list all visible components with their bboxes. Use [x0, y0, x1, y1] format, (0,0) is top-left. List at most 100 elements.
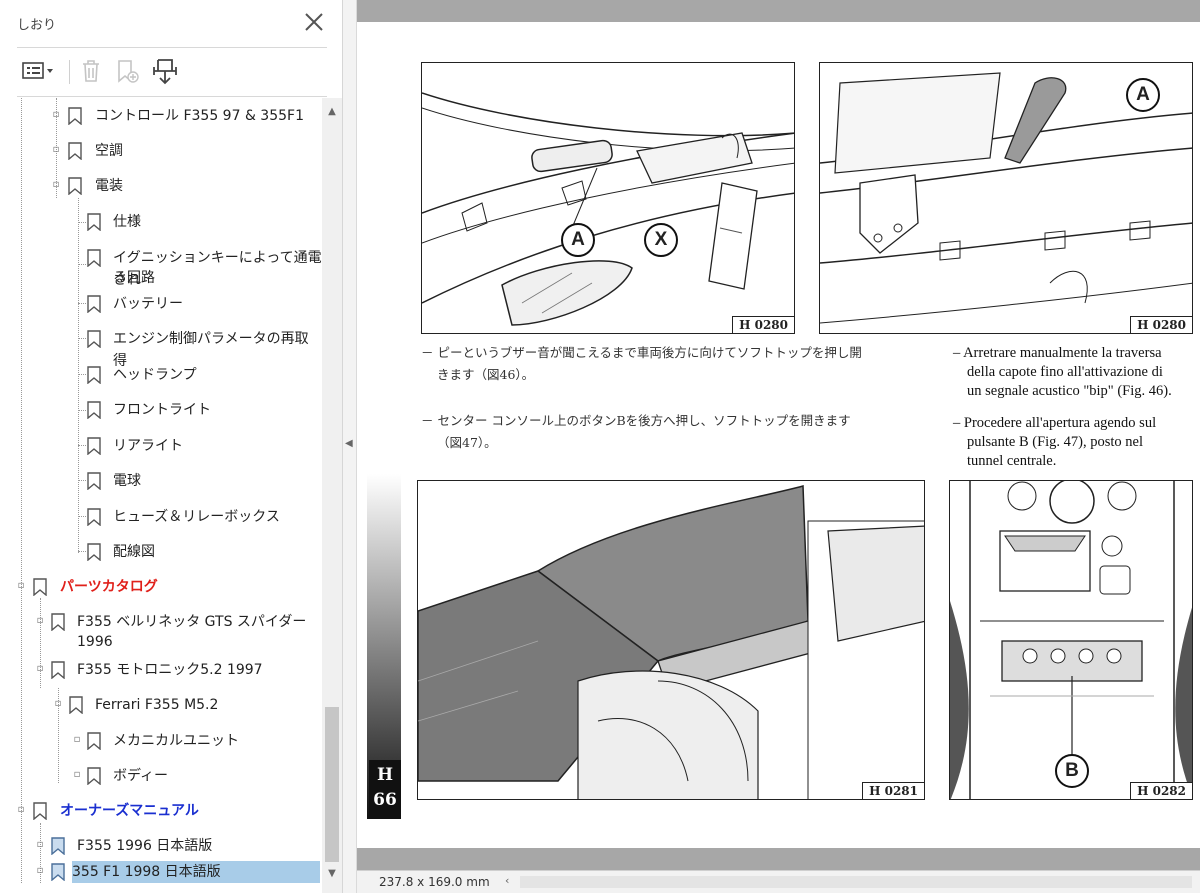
bookmark-item[interactable]: ▫ ボディー: [0, 764, 322, 788]
bookmark-label: ヒューズ＆リレーボックス: [113, 509, 280, 525]
scroll-down-button[interactable]: ▼: [322, 868, 342, 884]
bookmark-icon: [51, 661, 65, 679]
bookmark-label: 電装: [95, 178, 123, 194]
bookmark-item[interactable]: ▫ オーナーズマニュアル: [0, 799, 322, 823]
callout-a: A: [1126, 78, 1160, 112]
section-letter: H: [376, 765, 394, 785]
delete-bookmark-button[interactable]: [76, 56, 106, 86]
scroll-up-button[interactable]: ▲: [322, 106, 342, 122]
figure-console-button: B H 0282: [949, 480, 1193, 800]
close-icon: [305, 13, 323, 31]
horizontal-scrollbar[interactable]: [520, 876, 1192, 888]
bookmark-label: フロントライト: [113, 402, 211, 418]
bookmark-label: リアライト: [113, 438, 183, 454]
bookmark-icon: [68, 107, 82, 125]
collapse-icon[interactable]: ▫: [51, 179, 61, 190]
bookmark-label: バッテリー: [113, 296, 183, 312]
bookmark-item[interactable]: 仕様: [0, 210, 322, 234]
jp-instruction-1-cont: きます（図46）。: [437, 367, 535, 382]
close-pane-button[interactable]: [300, 8, 328, 36]
bookmark-icon: [87, 508, 101, 526]
collapse-pane-arrow-icon[interactable]: ◀: [345, 438, 353, 449]
viewer-background: [357, 848, 1200, 870]
it-instruction-2-line2: pulsante B (Fig. 47), posto nel: [967, 434, 1144, 450]
bookmark-item[interactable]: ▫ F355 モトロニック5.2 1997: [0, 658, 322, 682]
bookmark-tree: ▫ コントロール F355 97 & 355F1 ▫ 空調 ▫ 電装 仕様 イグ…: [0, 98, 322, 893]
bookmark-label-continued: る回路: [113, 270, 155, 286]
bookmark-item[interactable]: フロントライト: [0, 398, 322, 422]
bookmark-item[interactable]: バッテリー: [0, 292, 322, 316]
bookmark-label: 355 F1 1998 日本語版: [72, 861, 320, 883]
expand-icon[interactable]: ▫: [72, 734, 82, 745]
bookmark-label: F355 ベルリネッタ GTS スパイダー: [77, 614, 307, 630]
find-bookmark-button[interactable]: [150, 56, 180, 86]
figure-code: H 0280: [1130, 316, 1192, 333]
bookmark-label: 配線図: [113, 544, 155, 560]
new-bookmark-button[interactable]: [112, 56, 142, 86]
bookmark-item[interactable]: ヒューズ＆リレーボックス: [0, 505, 322, 529]
bookmark-label: オーナーズマニュアル: [60, 803, 199, 819]
expand-icon[interactable]: ▫: [35, 615, 45, 626]
bookmark-item[interactable]: ▫ メカニカルユニット: [0, 729, 322, 753]
console-button-drawing: [950, 481, 1192, 799]
bookmark-icon: [87, 366, 101, 384]
bookmark-item[interactable]: 電球: [0, 469, 322, 493]
toolbar-divider: [69, 60, 70, 84]
chevron-up-icon: ▲: [328, 106, 336, 117]
divider: [17, 47, 327, 48]
bookmark-icon: [51, 863, 65, 881]
bookmark-item[interactable]: リアライト: [0, 434, 322, 458]
callout-b: B: [1055, 754, 1089, 788]
bookmark-icon: [87, 767, 101, 785]
bookmark-label: Ferrari F355 M5.2: [95, 697, 219, 713]
collapse-icon[interactable]: ▫: [35, 663, 45, 674]
figure-code: H 0282: [1130, 782, 1192, 799]
it-instruction-1-line3: un segnale acustico "bip" (Fig. 46).: [967, 383, 1172, 399]
divider: [17, 96, 327, 97]
bookmark-item[interactable]: エンジン制御パラメータの再取得: [0, 327, 322, 369]
bookmark-icon: [87, 295, 101, 313]
scroll-left-button[interactable]: ‹: [505, 874, 509, 887]
bookmark-label: メカニカルユニット: [113, 733, 239, 749]
bookmark-label: パーツカタログ: [60, 579, 158, 595]
bookmark-icon: [68, 142, 82, 160]
bookmark-icon: [87, 213, 101, 231]
options-button[interactable]: [20, 56, 58, 86]
expand-icon[interactable]: ▫: [51, 109, 61, 120]
callout-x: X: [644, 223, 678, 257]
bookmark-item[interactable]: ▫ パーツカタログ: [0, 575, 322, 599]
bookmark-label-continued: 1996: [77, 634, 113, 650]
bookmark-item[interactable]: ▫ 電装: [0, 174, 322, 198]
bookmark-item[interactable]: ▫ F355 1996 日本語版: [0, 834, 322, 858]
bookmark-item[interactable]: ▫ F355 ベルリネッタ GTS スパイダー 1996: [0, 610, 322, 654]
bookmark-label: F355 1996 日本語版: [77, 838, 213, 854]
expand-icon[interactable]: ▫: [72, 769, 82, 780]
bookmark-item-selected[interactable]: ▫ 355 F1 1998 日本語版: [0, 860, 322, 884]
bookmark-item[interactable]: ▫ コントロール F355 97 & 355F1: [0, 104, 322, 128]
bookmark-item[interactable]: 配線図: [0, 540, 322, 564]
figure-latch-handle: A H 0280: [819, 62, 1193, 334]
bookmark-item[interactable]: ヘッドランプ: [0, 363, 322, 387]
list-options-icon: [22, 62, 53, 79]
bookmark-item[interactable]: イグニッションキーによって通電され る回路: [0, 246, 322, 290]
document-viewer[interactable]: A X H 0280 A H 0280 － ピーというブザー音が聞こえるまで車両…: [357, 0, 1200, 870]
expand-icon[interactable]: ▫: [35, 865, 45, 876]
bookmark-icon: [87, 732, 101, 750]
collapse-icon[interactable]: ▫: [16, 580, 26, 591]
collapse-icon[interactable]: ▫: [16, 804, 26, 815]
dashboard-latch-drawing: [422, 92, 794, 326]
bookmark-icon: [33, 802, 47, 820]
collapse-icon[interactable]: ▫: [53, 698, 63, 709]
expand-icon[interactable]: ▫: [51, 144, 61, 155]
bookmark-item[interactable]: ▫ Ferrari F355 M5.2: [0, 693, 322, 717]
new-bookmark-icon: [118, 60, 139, 83]
scrollbar-thumb[interactable]: [325, 707, 339, 862]
section-page-label: H 66: [369, 760, 401, 818]
jp-instruction-1: － ピーというブザー音が聞こえるまで車両後方に向けてソフトトップを押し開: [421, 345, 862, 360]
bookmark-icon: [33, 578, 47, 596]
bookmark-item[interactable]: ▫ 空調: [0, 139, 322, 163]
expand-icon[interactable]: ▫: [35, 839, 45, 850]
chevron-left-icon: ‹: [505, 874, 510, 887]
document-page: A X H 0280 A H 0280 － ピーというブザー音が聞こえるまで車両…: [357, 22, 1200, 848]
figure-dashboard-latch: A X H 0280: [421, 62, 795, 334]
